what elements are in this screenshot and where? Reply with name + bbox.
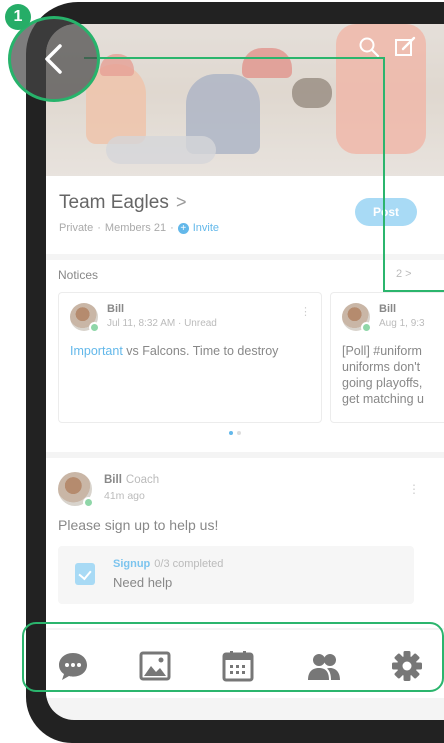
avatar	[70, 303, 100, 333]
chevron-left-icon	[45, 44, 62, 74]
plus-icon[interactable]: +	[177, 222, 189, 234]
avatar	[58, 472, 94, 508]
signup-subtitle: Need help	[113, 575, 173, 590]
notice-author: Bill	[379, 303, 397, 315]
notices-count-link[interactable]: 2 >	[396, 268, 412, 280]
checkbox-icon	[75, 563, 95, 585]
step-number-badge: 1	[5, 4, 31, 30]
post-author: Bill Coach	[104, 474, 160, 486]
notice-body: [Poll] #uniform uniforms don't going pla…	[342, 344, 424, 406]
more-icon[interactable]: ⋮	[300, 305, 311, 318]
team-members-count[interactable]: Members 21	[105, 222, 166, 234]
pager-dot-active	[229, 431, 233, 435]
team-meta: Private · Members 21 · + Invite	[59, 222, 219, 234]
tab-bar-highlight	[22, 622, 444, 692]
pager-dot	[237, 431, 241, 435]
notices-pager[interactable]	[229, 431, 241, 435]
post-time: 41m ago	[104, 490, 145, 502]
annotation-line	[383, 57, 385, 292]
invite-link[interactable]: Invite	[193, 222, 219, 234]
signup-card[interactable]: Signup 0/3 completed Need help	[58, 546, 414, 604]
more-icon[interactable]: ⋮	[408, 482, 420, 496]
signup-label: Signup 0/3 completed	[113, 558, 224, 570]
notice-date: Jul 11, 8:32 AM · Unread	[107, 318, 217, 329]
team-name[interactable]: Team Eagles	[59, 192, 169, 214]
notice-card[interactable]: Bill Aug 1, 9:3 [Poll] #uniform uniforms…	[330, 292, 444, 423]
meta-separator: ·	[170, 222, 174, 234]
annotation-line	[383, 290, 444, 292]
notice-body: Important vs Falcons. Time to destroy	[70, 344, 279, 358]
compose-icon[interactable]	[394, 36, 416, 58]
annotation-line	[84, 57, 384, 59]
notice-author: Bill	[107, 303, 125, 315]
post-author-role: Coach	[125, 474, 160, 486]
signup-progress: 0/3 completed	[154, 558, 224, 570]
chevron-right-icon[interactable]: >	[176, 192, 187, 213]
meta-separator: ·	[97, 222, 101, 234]
notice-tag: Important	[70, 344, 123, 358]
team-privacy: Private	[59, 222, 94, 234]
notice-date: Aug 1, 9:3	[379, 318, 425, 329]
search-icon[interactable]	[358, 36, 380, 58]
feed-post: Bill Coach 41m ago ⋮ Please sign up to he…	[46, 458, 444, 628]
notice-card[interactable]: Bill Jul 11, 8:32 AM · Unread ⋮ Importan…	[58, 292, 322, 423]
notices-title: Notices	[58, 268, 99, 282]
post-button[interactable]: Post	[355, 198, 417, 226]
post-text: Please sign up to help us!	[58, 517, 219, 533]
avatar	[342, 303, 372, 333]
